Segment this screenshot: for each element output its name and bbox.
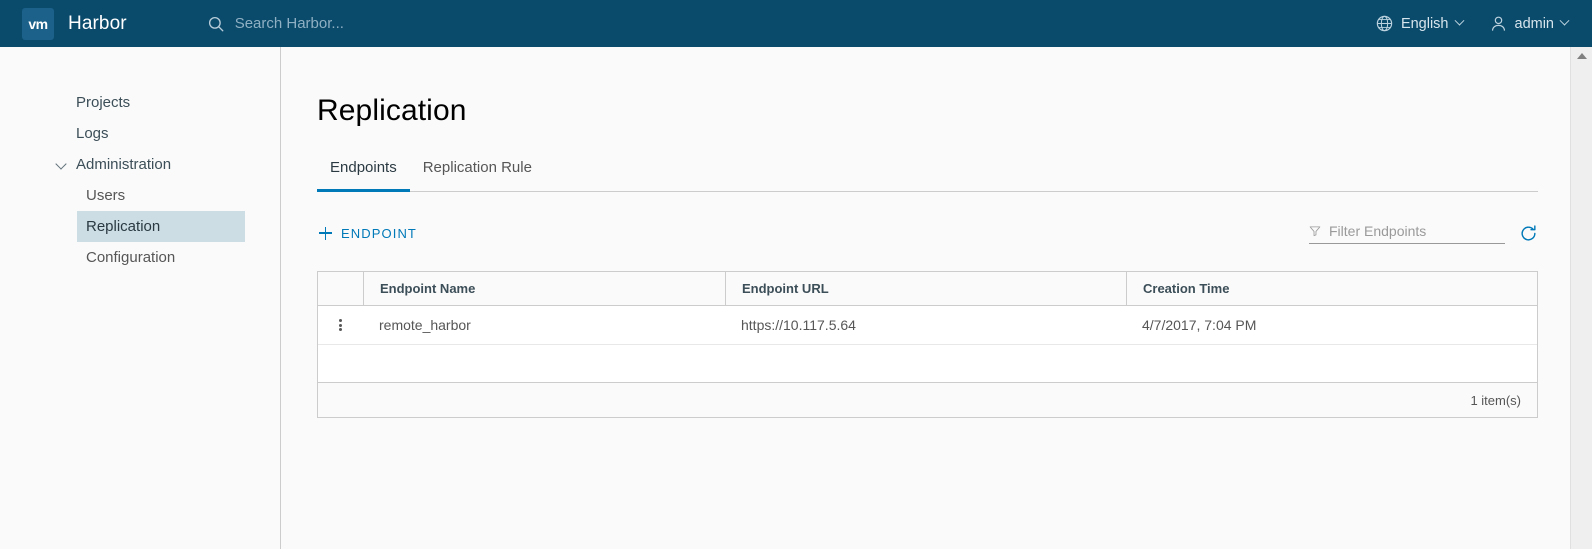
tab-label: Replication Rule	[422, 159, 532, 176]
chevron-down-icon	[1454, 15, 1464, 26]
endpoints-table: Endpoint Name Endpoint URL Creation Time…	[317, 271, 1538, 418]
cell-creation-time: 4/7/2017, 7:04 PM	[1142, 317, 1257, 333]
filter-endpoints-input[interactable]	[1329, 222, 1505, 239]
sidebar-item-logs[interactable]: Logs	[0, 118, 280, 149]
add-endpoint-button[interactable]: ENDPOINT	[317, 222, 419, 245]
sidebar-item-label: Configuration	[86, 249, 176, 266]
search-icon	[208, 16, 224, 31]
table-footer: 1 item(s)	[318, 383, 1537, 417]
search-input[interactable]	[234, 15, 575, 32]
user-menu[interactable]: admin	[1489, 14, 1570, 33]
plus-icon	[319, 226, 332, 240]
tab-replication-rule[interactable]: Replication Rule	[410, 159, 545, 191]
sidebar-item-configuration[interactable]: Configuration	[77, 242, 245, 273]
tab-bar: Endpoints Replication Rule	[317, 159, 1538, 192]
brand[interactable]: vm Harbor	[0, 7, 127, 40]
add-endpoint-label: ENDPOINT	[341, 225, 417, 241]
chevron-down-icon	[55, 158, 67, 170]
item-count-label: 1 item(s)	[1470, 392, 1521, 408]
sidebar-item-label: Logs	[76, 125, 109, 142]
sidebar-item-label: Replication	[86, 218, 161, 235]
language-selector[interactable]: English	[1375, 14, 1464, 33]
table-header-row: Endpoint Name Endpoint URL Creation Time	[318, 272, 1537, 306]
sidebar-item-users[interactable]: Users	[77, 180, 245, 211]
table-header-creation-time: Creation Time	[1126, 272, 1537, 305]
filter-endpoints-box[interactable]	[1309, 222, 1505, 244]
refresh-icon[interactable]	[1519, 224, 1538, 243]
tab-endpoints[interactable]: Endpoints	[317, 159, 410, 192]
sidebar-item-replication[interactable]: Replication	[77, 211, 245, 242]
page-scrollbar[interactable]	[1570, 47, 1592, 549]
filter-group	[1309, 222, 1538, 244]
header-actions: English admin	[1375, 14, 1570, 33]
sidebar-nav: Projects Logs Administration Users Repli…	[0, 47, 281, 549]
sidebar-item-label: Administration	[76, 156, 172, 173]
page-title: Replication	[317, 94, 467, 127]
funnel-icon	[1309, 225, 1321, 236]
table-row[interactable]: remote_harbor https://10.117.5.64 4/7/20…	[318, 306, 1537, 345]
globe-icon	[1376, 15, 1393, 32]
username-label: admin	[1514, 15, 1555, 32]
chevron-down-icon	[1559, 15, 1570, 26]
sidebar-item-projects[interactable]: Projects	[0, 87, 280, 118]
kebab-dot	[339, 323, 342, 327]
kebab-dot	[339, 319, 342, 322]
sidebar-item-label: Projects	[76, 94, 131, 111]
user-icon	[1491, 16, 1505, 31]
kebab-dot	[339, 328, 342, 331]
row-actions-menu[interactable]	[318, 318, 363, 333]
app-title: Harbor	[68, 12, 127, 34]
table-empty-filler-row	[318, 345, 1537, 383]
main-content: Replication Endpoints Replication Rule E…	[282, 47, 1570, 549]
cell-endpoint-name: remote_harbor	[379, 317, 471, 333]
app-header: vm Harbor English admin	[0, 0, 1592, 47]
sidebar-item-label: Users	[86, 187, 126, 204]
vmware-logo: vm	[22, 7, 54, 40]
global-search[interactable]	[207, 15, 1375, 33]
table-header-endpoint-name: Endpoint Name	[363, 272, 725, 305]
cell-endpoint-url: https://10.117.5.64	[741, 317, 856, 333]
language-label: English	[1400, 15, 1449, 32]
scroll-up-arrow-icon[interactable]	[1576, 53, 1587, 59]
tab-label: Endpoints	[330, 159, 397, 176]
action-bar: ENDPOINT	[317, 217, 1538, 249]
sidebar-item-administration[interactable]: Administration	[0, 149, 280, 180]
table-header-endpoint-url: Endpoint URL	[725, 272, 1126, 305]
table-header-actions	[318, 272, 363, 305]
